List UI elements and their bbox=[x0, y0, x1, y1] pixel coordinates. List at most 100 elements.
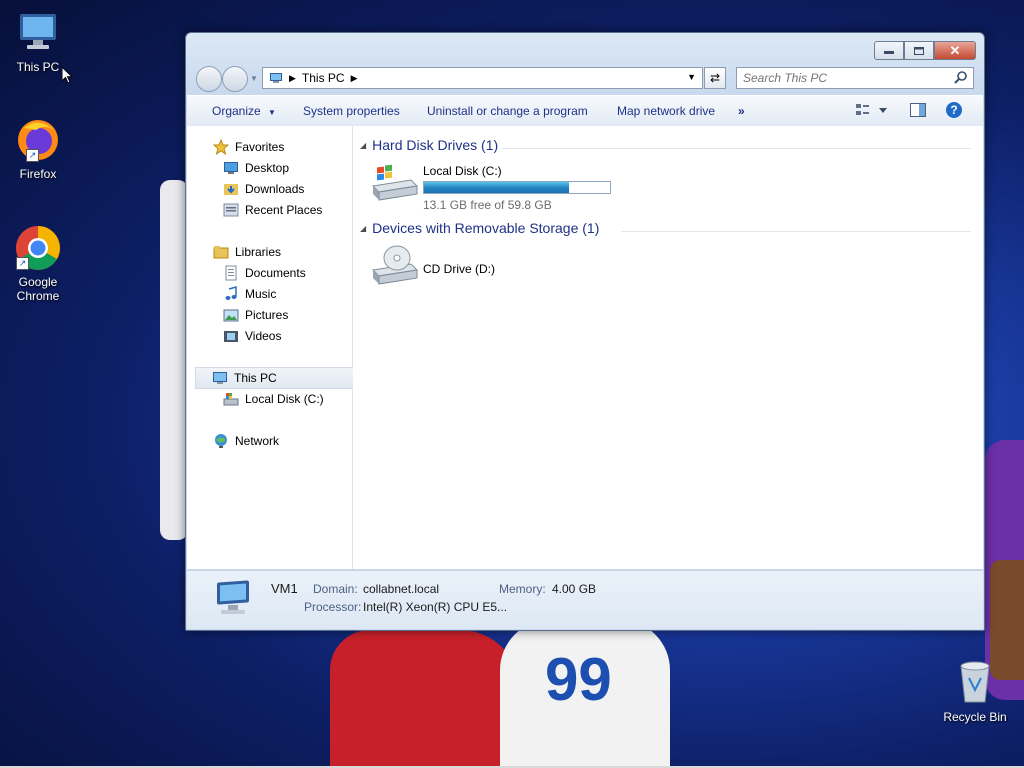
svg-text:?: ? bbox=[950, 103, 957, 117]
nav-label: Videos bbox=[245, 329, 282, 343]
forward-button[interactable] bbox=[222, 66, 248, 92]
navigation-pane: Favorites Desktop Downloads Recent Place… bbox=[187, 126, 360, 569]
collapse-triangle-icon: ◢ bbox=[360, 223, 367, 233]
desktop-icon bbox=[224, 162, 238, 174]
refresh-button[interactable]: ⇄ bbox=[704, 67, 726, 89]
preview-pane-button[interactable] bbox=[909, 101, 927, 122]
recent-places-icon bbox=[223, 203, 239, 217]
cd-drive-icon bbox=[371, 245, 419, 285]
close-icon: ✕ bbox=[949, 42, 961, 58]
more-commands-button[interactable]: » bbox=[738, 104, 745, 118]
wallpaper-number: 99 bbox=[545, 646, 612, 713]
group-hard-disk-drives[interactable]: ◢ Hard Disk Drives (1) bbox=[360, 137, 498, 153]
maximize-button[interactable] bbox=[904, 41, 934, 60]
wallpaper-shape bbox=[160, 180, 188, 540]
nav-label: Music bbox=[245, 287, 277, 301]
collapse-triangle-icon: ◢ bbox=[360, 140, 367, 150]
nav-label: Recent Places bbox=[245, 203, 323, 217]
this-pc-icon bbox=[213, 372, 227, 384]
explorer-window[interactable]: ✕ ▼ ▶ This PC ▶ ▼ ⇄ Organize ▼ System pr… bbox=[185, 32, 985, 631]
window-caption-buttons: ✕ bbox=[874, 41, 976, 60]
nav-downloads[interactable]: Downloads bbox=[223, 179, 304, 199]
videos-icon bbox=[224, 331, 238, 342]
documents-icon bbox=[225, 265, 237, 281]
downloads-folder-icon bbox=[224, 184, 238, 195]
address-bar[interactable]: ▶ This PC ▶ ▼ bbox=[262, 67, 703, 89]
local-disk-icon bbox=[223, 393, 239, 406]
uninstall-program-button[interactable]: Uninstall or change a program bbox=[427, 104, 588, 118]
nav-recent-places[interactable]: Recent Places bbox=[223, 200, 322, 220]
domain-label: Domain: bbox=[313, 582, 358, 596]
drive-local-disk[interactable] bbox=[371, 164, 419, 207]
nav-label: Documents bbox=[245, 266, 306, 280]
organize-button[interactable]: Organize ▼ bbox=[212, 104, 276, 118]
drive-cd[interactable] bbox=[371, 244, 419, 291]
nav-documents[interactable]: Documents bbox=[223, 263, 306, 283]
system-properties-button[interactable]: System properties bbox=[303, 104, 400, 118]
group-divider bbox=[501, 148, 971, 149]
nav-network[interactable]: Network bbox=[213, 431, 279, 451]
nav-label: Pictures bbox=[245, 308, 289, 322]
group-title: Devices with Removable Storage (1) bbox=[372, 220, 600, 236]
desktop-icon-label: Recycle Bin bbox=[943, 710, 1007, 724]
navigation-row: ▼ ▶ This PC ▶ ▼ ⇄ bbox=[194, 65, 976, 92]
restore-icon bbox=[914, 46, 924, 55]
nav-pictures[interactable]: Pictures bbox=[223, 305, 288, 325]
nav-label: Favorites bbox=[235, 140, 285, 154]
help-button[interactable]: ? bbox=[945, 101, 963, 122]
pictures-icon bbox=[223, 309, 239, 322]
nav-label: Downloads bbox=[245, 182, 305, 196]
processor-label: Processor: bbox=[304, 600, 362, 614]
nav-label: Libraries bbox=[235, 245, 282, 259]
shortcut-arrow-icon: ↗ bbox=[16, 257, 29, 270]
nav-music[interactable]: Music bbox=[223, 284, 276, 304]
local-disk-icon bbox=[371, 164, 419, 201]
music-icon bbox=[225, 286, 237, 300]
chrome-icon: ↗ bbox=[14, 224, 62, 272]
nav-favorites[interactable]: Favorites bbox=[213, 137, 284, 157]
recycle-bin-icon bbox=[960, 661, 990, 703]
memory-value: 4.00 GB bbox=[552, 582, 597, 596]
libraries-icon bbox=[213, 246, 229, 259]
group-title: Hard Disk Drives (1) bbox=[372, 137, 499, 153]
breadcrumb-separator-icon[interactable]: ▶ bbox=[351, 73, 358, 84]
drive-cd-name[interactable]: CD Drive (D:) bbox=[423, 262, 495, 276]
drive-usage-bar bbox=[423, 181, 611, 194]
recent-pages-dropdown-icon[interactable]: ▼ bbox=[250, 74, 258, 83]
chevron-down-icon: ▼ bbox=[268, 108, 276, 117]
refresh-icon: ⇄ bbox=[709, 71, 721, 85]
command-bar: Organize ▼ System properties Uninstall o… bbox=[187, 95, 983, 127]
help-icon: ? bbox=[946, 102, 962, 118]
desktop-icon-firefox[interactable]: ↗ Firefox bbox=[1, 116, 75, 181]
nav-videos[interactable]: Videos bbox=[223, 326, 281, 346]
drive-usage-fill bbox=[424, 182, 570, 193]
map-network-drive-button[interactable]: Map network drive bbox=[617, 104, 715, 118]
close-button[interactable]: ✕ bbox=[934, 41, 976, 60]
nav-label: Desktop bbox=[245, 161, 290, 175]
breadcrumb-this-pc[interactable]: This PC bbox=[302, 71, 345, 85]
desktop-icon-recycle-bin[interactable]: Recycle Bin bbox=[938, 660, 1012, 724]
group-removable-storage[interactable]: ◢ Devices with Removable Storage (1) bbox=[360, 220, 599, 236]
nav-label: Network bbox=[235, 434, 280, 448]
minimize-button[interactable] bbox=[874, 41, 904, 60]
nav-libraries[interactable]: Libraries bbox=[213, 242, 281, 262]
address-dropdown-icon[interactable]: ▼ bbox=[687, 72, 696, 82]
content-pane: ◢ Hard Disk Drives (1) Local Disk (C:) 1… bbox=[353, 126, 983, 569]
drive-free-space: 13.1 GB free of 59.8 GB bbox=[423, 198, 552, 212]
drive-local-disk-name[interactable]: Local Disk (C:) bbox=[423, 164, 502, 178]
desktop-icon-this-pc[interactable]: This PC bbox=[1, 10, 75, 74]
domain-value: collabnet.local bbox=[363, 582, 440, 596]
search-box[interactable] bbox=[736, 67, 974, 89]
nav-local-disk[interactable]: Local Disk (C:) bbox=[223, 389, 324, 409]
nav-desktop[interactable]: Desktop bbox=[223, 158, 289, 178]
back-button[interactable] bbox=[196, 66, 222, 92]
nav-this-pc[interactable]: This PC bbox=[195, 367, 360, 389]
search-input[interactable] bbox=[741, 68, 955, 88]
wallpaper-shape bbox=[330, 630, 520, 768]
organize-label: Organize bbox=[212, 104, 261, 118]
desktop-icon-chrome[interactable]: ↗ Google Chrome bbox=[1, 224, 75, 303]
change-view-button[interactable] bbox=[855, 101, 889, 122]
computer-name: VM1 bbox=[271, 581, 298, 596]
breadcrumb-separator-icon: ▶ bbox=[289, 72, 296, 83]
network-icon bbox=[215, 434, 227, 448]
